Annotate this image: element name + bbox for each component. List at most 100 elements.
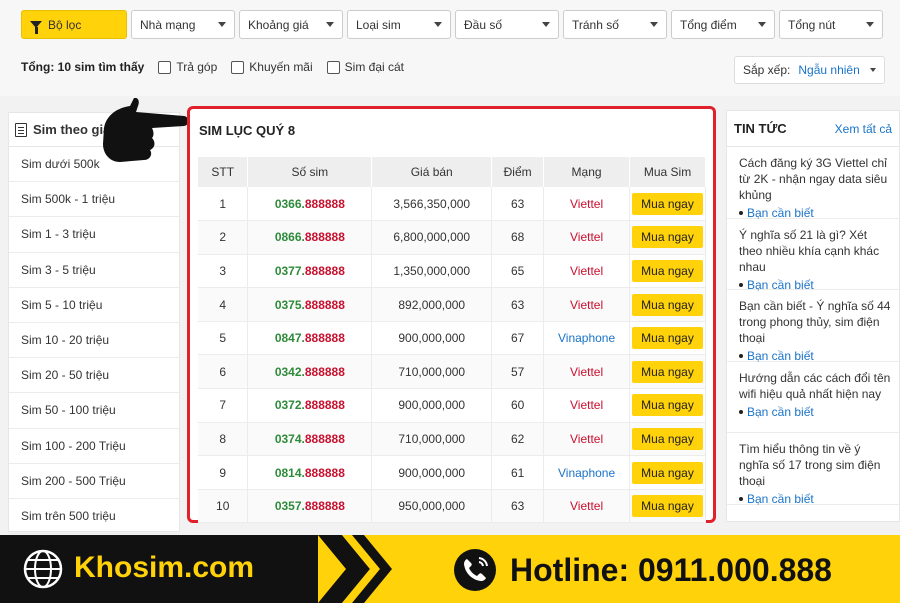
news-headline[interactable]: Tìm hiểu thông tin về ý nghĩa số 17 tron… [739,441,892,489]
news-item[interactable]: Cách đăng ký 3G Viettel chỉ từ 2K - nhận… [727,147,899,220]
news-panel: TIN TỨC Xem tất cả Cách đăng ký 3G Viett… [726,110,900,522]
news-headline[interactable]: Ý nghĩa số 21 là gì? Xét theo nhiều khía… [739,227,892,275]
sidebar-item[interactable]: Sim 200 - 500 Triệu [9,464,179,499]
table-header-row: STT Số sim Giá bán Điểm Mạng Mua Sim [198,157,706,187]
news-headline[interactable]: Cách đăng ký 3G Viettel chỉ từ 2K - nhận… [739,155,892,203]
news-category-label[interactable]: Bạn cần biết [747,405,814,419]
sidebar-item[interactable]: Sim trên 500 triệu [9,499,179,535]
dropdown-prefix[interactable]: Đầu số [455,10,559,39]
sim-network: Viettel [543,489,631,524]
sim-suffix: 888888 [304,331,345,346]
col-header: Điểm [491,157,545,187]
buy-now-button[interactable]: Mua ngay [632,461,703,484]
row-index: 7 [198,388,249,423]
buy-now-button[interactable]: Mua ngay [632,360,703,383]
sim-number[interactable]: 0377.888888 [247,254,373,289]
sim-number[interactable]: 0357.888888 [247,489,373,524]
brand-name: Khosim.com [74,551,255,584]
filter-button-label: Bộ lọc [48,17,82,32]
sim-number[interactable]: 0866.888888 [247,220,373,255]
sim-network: Vinaphone [543,455,631,490]
dropdown-network[interactable]: Nhà mạng [131,10,235,39]
news-category-label[interactable]: Bạn cần biết [747,278,814,292]
sim-network: Viettel [543,220,631,255]
sim-suffix: 888888 [304,364,345,379]
buy-now-button[interactable]: Mua ngay [632,192,703,215]
buy-now-button[interactable]: Mua ngay [632,394,703,417]
news-item[interactable]: Tìm hiểu thông tin về ý nghĩa số 17 tron… [727,433,899,506]
news-headline[interactable]: Bạn cần biết - Ý nghĩa số 44 trong phong… [739,298,892,346]
sim-number[interactable]: 0814.888888 [247,455,373,490]
sidebar-item[interactable]: Sim 3 - 5 triệu [9,253,179,288]
chevron-down-icon [434,22,442,27]
sidebar-item[interactable]: Sim 10 - 20 triệu [9,323,179,359]
sort-label: Sắp xếp: [743,63,791,77]
footer-banner: Khosim.com Hotline: 0911.000.888 [0,535,900,603]
news-category-label[interactable]: Bạn cần biết [747,492,814,506]
filter-buttons: Bộ lọc Nhà mạng Khoảng giá Loại sim Đầu … [21,10,883,39]
sim-prefix: 0847. [274,331,305,346]
news-headline[interactable]: Hướng dẫn các cách đổi tên wifi hiệu quả… [739,370,892,402]
sidebar-item[interactable]: Sim 50 - 100 triệu [9,393,179,429]
row-index: 2 [198,220,249,255]
buy-cell: Mua ngay [629,354,706,390]
sim-suffix: 888888 [304,499,345,514]
sim-price: 710,000,000 [371,354,493,390]
buy-now-button[interactable]: Mua ngay [632,495,703,518]
sim-number[interactable]: 0372.888888 [247,388,373,423]
sidebar-item[interactable]: Sim 5 - 10 triệu [9,288,179,323]
chevron-down-icon [218,22,226,27]
checkbox-box[interactable] [231,60,245,74]
chevron-stripes [318,535,392,603]
sim-score: 57 [491,354,545,390]
checkbox-box[interactable] [158,60,172,74]
sidebar-item[interactable]: Sim 1 - 3 triệu [9,217,179,253]
sim-network: Viettel [543,187,631,222]
news-item[interactable]: Bạn cần biết - Ý nghĩa số 44 trong phong… [727,290,899,363]
sim-number[interactable]: 0374.888888 [247,422,373,457]
sidebar-item[interactable]: Sim 100 - 200 Triệu [9,429,179,464]
news-category-label[interactable]: Bạn cần biết [747,349,814,363]
see-all-link[interactable]: Xem tất cả [835,122,892,136]
dropdown-total-score[interactable]: Tổng điểm [671,10,775,39]
checkbox-installment[interactable]: Trả góp [158,60,217,74]
dropdown-label: Khoảng giá [248,17,309,32]
buy-now-button[interactable]: Mua ngay [632,427,703,450]
sim-number[interactable]: 0375.888888 [247,287,373,322]
filter-button[interactable]: Bộ lọc [21,10,127,39]
dropdown-avoid-digits[interactable]: Tránh số [563,10,667,39]
sidebar-list: Sim dưới 500k Sim 500k - 1 triệu Sim 1 - 3… [9,147,179,535]
buy-now-button[interactable]: Mua ngay [632,293,703,316]
col-header: Mua Sim [629,157,706,187]
sort-select[interactable]: Sắp xếp: Ngẫu nhiên [734,56,885,84]
sim-number[interactable]: 0847.888888 [247,321,373,356]
sim-network: Viettel [543,422,631,457]
checkbox-lucky-sim[interactable]: Sim đại cát [326,60,404,74]
sim-score: 67 [491,321,545,356]
bullet-icon [739,211,743,215]
sim-number[interactable]: 0342.888888 [247,354,373,390]
buy-now-button[interactable]: Mua ngay [632,259,703,282]
dropdown-total-nodes[interactable]: Tổng nút [779,10,883,39]
sim-score: 62 [491,422,545,457]
sim-network: Viettel [543,388,631,423]
sim-number[interactable]: 0366.888888 [247,187,373,222]
dropdown-price-range[interactable]: Khoảng giá [239,10,343,39]
news-item[interactable]: Hướng dẫn các cách đổi tên wifi hiệu quả… [727,362,899,433]
sim-suffix: 888888 [304,230,345,245]
checkbox-promotion[interactable]: Khuyến mãi [231,60,313,74]
checkbox-box[interactable] [326,60,340,74]
news-category-label[interactable]: Bạn cần biết [747,206,814,220]
sidebar-item[interactable]: Sim 20 - 50 triệu [9,358,179,394]
row-index: 4 [198,287,249,322]
row-index: 1 [198,187,249,222]
buy-now-button[interactable]: Mua ngay [632,226,703,249]
table-row: 9 0814.888888 900,000,000 61 Vinaphone Mua ng… [198,455,706,490]
sidebar-item[interactable]: Sim 500k - 1 triệu [9,182,179,218]
news-item[interactable]: Ý nghĩa số 21 là gì? Xét theo nhiều khía… [727,219,899,292]
document-icon [15,122,27,137]
dropdown-sim-type[interactable]: Loại sim [347,10,451,39]
sim-price: 950,000,000 [371,489,493,524]
buy-now-button[interactable]: Mua ngay [632,327,703,350]
chevron-down-icon [758,22,766,27]
